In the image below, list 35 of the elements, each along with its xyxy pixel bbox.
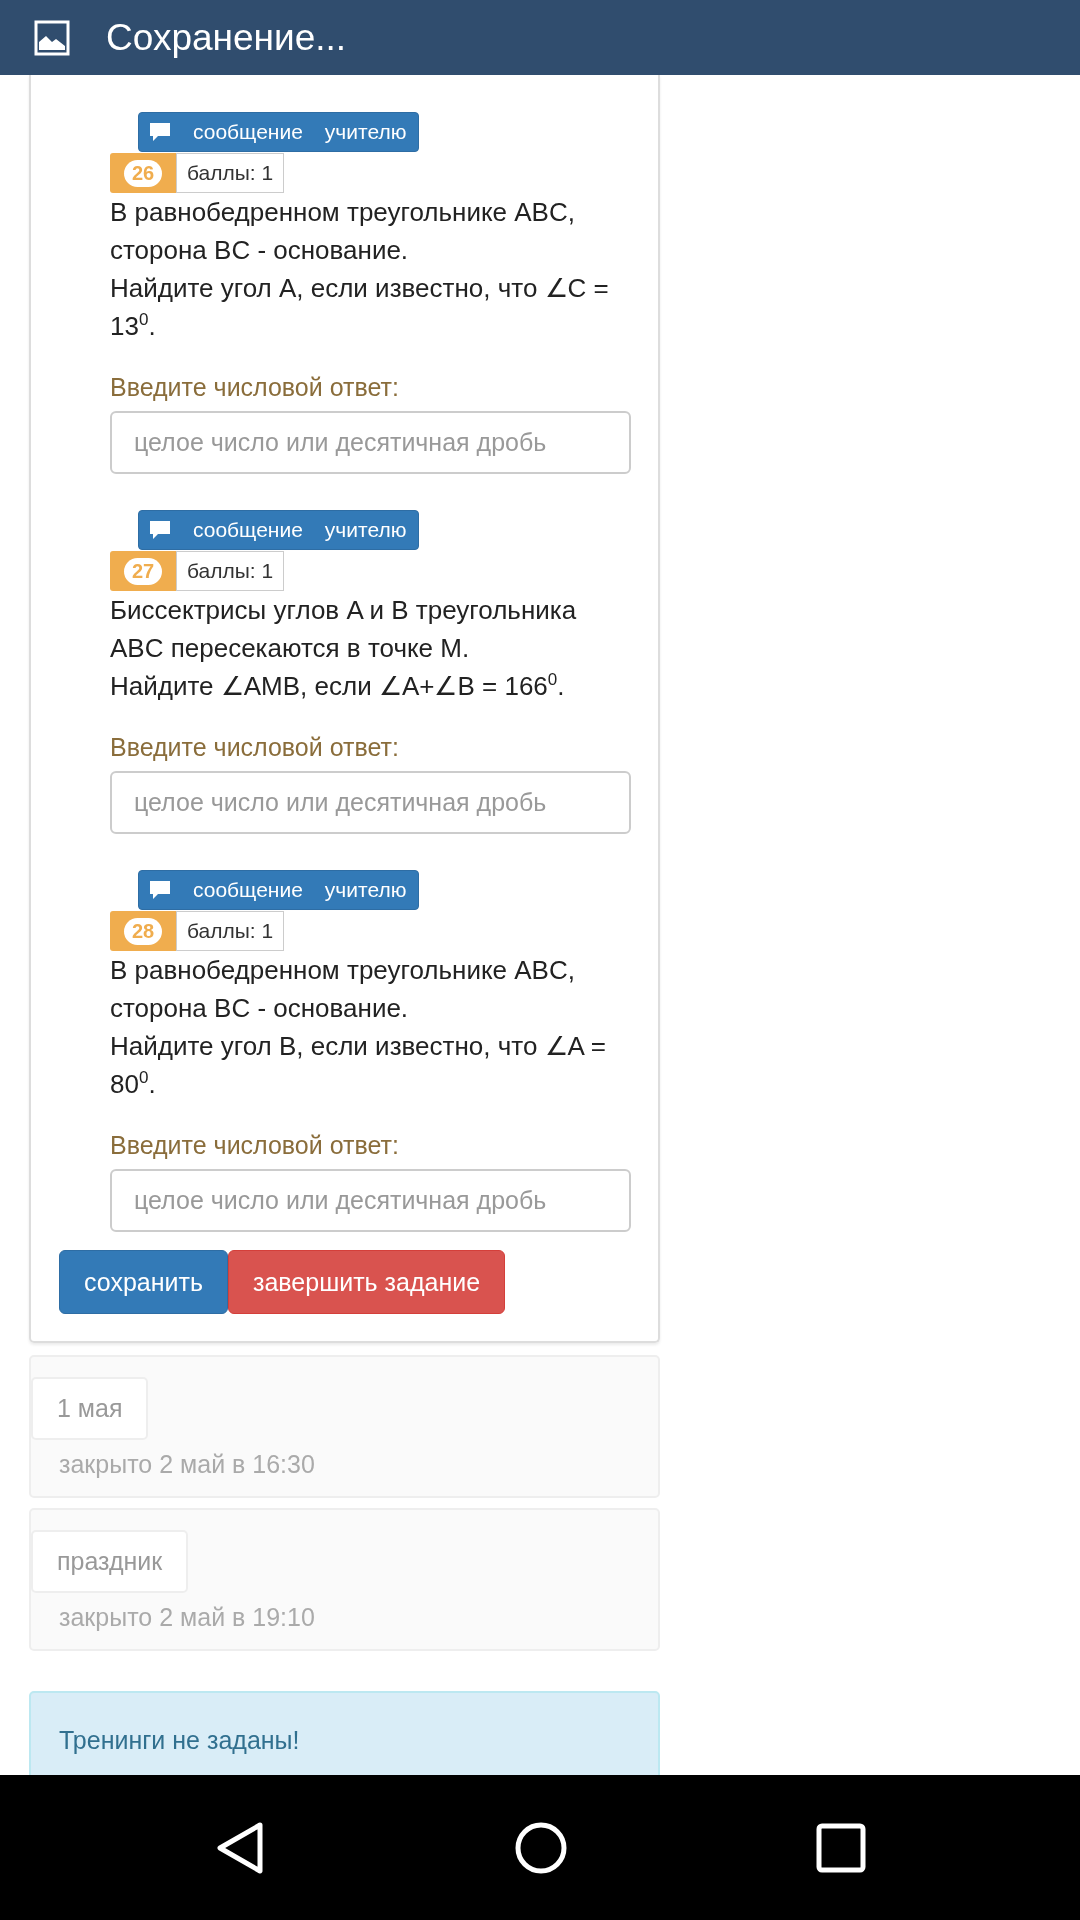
answer-input[interactable]: целое число или десятичная дробь bbox=[110, 411, 631, 474]
points-label: баллы: 1 bbox=[176, 153, 285, 193]
back-icon[interactable] bbox=[214, 1820, 266, 1875]
question-text: Биссектрисы углов A и B треугольника ABC пересекаются в точке M. bbox=[110, 594, 578, 665]
message-teacher-button[interactable]: сообщение учителю bbox=[138, 510, 420, 550]
question-text: Найдите угол B, если известно, что ∠A = 80$^{0}$. bbox=[110, 1030, 607, 1101]
message-teacher-button[interactable]: сообщение учителю bbox=[138, 112, 420, 152]
question-number-badge: 27 bbox=[110, 551, 176, 591]
chat-icon bbox=[149, 122, 171, 142]
recents-icon[interactable] bbox=[816, 1822, 866, 1873]
chat-icon bbox=[149, 880, 171, 900]
save-button[interactable]: сохранить bbox=[59, 1250, 228, 1314]
question-text: Найдите ∠AMB, если ∠A+∠B = 166$^{0}$. bbox=[110, 669, 566, 703]
question-text: В равнобедренном треугольнике ABC, сторона BC - основание. bbox=[110, 954, 576, 1025]
question-number-badge: 26 bbox=[110, 153, 176, 193]
answer-label: Введите числовой ответ: bbox=[110, 1130, 400, 1161]
finish-button[interactable]: завершить задание bbox=[227, 1250, 506, 1314]
chat-icon bbox=[149, 520, 171, 540]
task-status: закрыто 2 май в 16:30 bbox=[59, 1450, 316, 1479]
home-icon[interactable] bbox=[514, 1820, 568, 1875]
message-teacher-button[interactable]: сообщение учителю bbox=[138, 870, 420, 910]
task-tag: 1 мая bbox=[31, 1377, 149, 1440]
question-number-badge: 28 bbox=[110, 911, 176, 951]
question-text: В равнобедренном треугольнике ABC, сторона BC - основание. bbox=[110, 196, 576, 267]
answer-label: Введите числовой ответ: bbox=[110, 372, 400, 403]
image-icon bbox=[34, 19, 70, 56]
task-tag: праздник bbox=[31, 1530, 189, 1593]
answer-input[interactable]: целое число или десятичная дробь bbox=[110, 1169, 631, 1232]
points-label: баллы: 1 bbox=[176, 551, 285, 591]
points-label: баллы: 1 bbox=[176, 911, 285, 951]
task-status: закрыто 2 май в 19:10 bbox=[59, 1603, 316, 1632]
answer-label: Введите числовой ответ: bbox=[110, 732, 400, 763]
header-title: Сохранение... bbox=[106, 16, 347, 59]
answer-input[interactable]: целое число или десятичная дробь bbox=[110, 771, 631, 834]
question-text: Найдите угол A, если известно, что ∠C = 13$^{0}$. bbox=[110, 272, 610, 343]
